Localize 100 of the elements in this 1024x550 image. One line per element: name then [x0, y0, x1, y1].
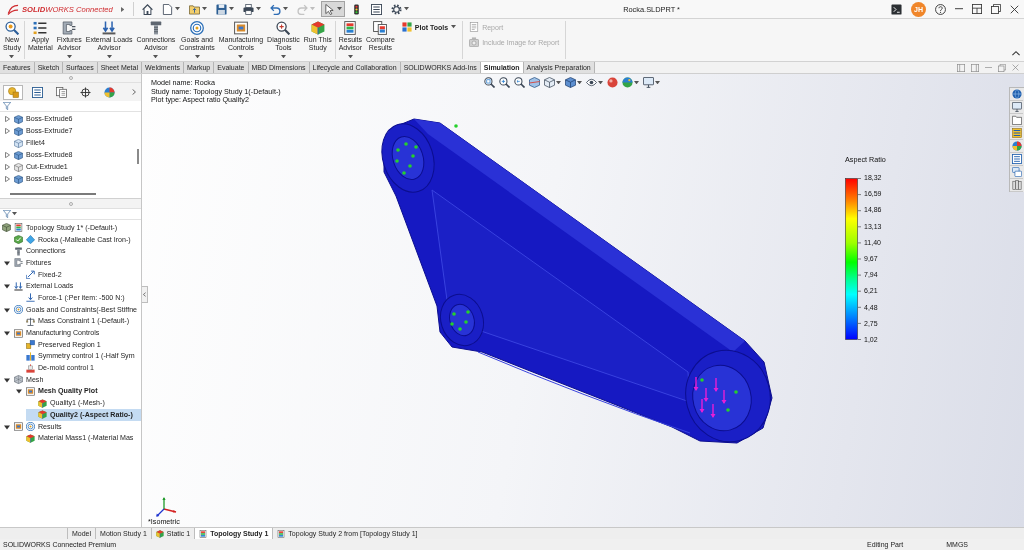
caret-icon[interactable] — [634, 80, 639, 85]
monitor-icon[interactable] — [643, 77, 654, 88]
caret-icon[interactable] — [347, 54, 353, 58]
task-pane-button[interactable] — [1010, 140, 1023, 153]
chevron-up-icon[interactable] — [1012, 51, 1020, 56]
arrows-icon — [102, 21, 117, 35]
caret-icon[interactable] — [337, 7, 343, 11]
panel-left-icon[interactable] — [957, 63, 965, 72]
caret-icon[interactable] — [556, 80, 561, 85]
restore-icon[interactable] — [991, 4, 1001, 14]
caret-icon[interactable] — [655, 80, 660, 85]
task-pane-button[interactable] — [1010, 127, 1023, 140]
caret-icon[interactable] — [194, 54, 200, 58]
folder-icon — [189, 3, 201, 15]
list-icon — [33, 21, 48, 35]
cube-check-icon — [14, 235, 23, 245]
caret-icon[interactable] — [120, 6, 125, 12]
chart-document-icon — [277, 529, 286, 538]
tile-windows-icon[interactable] — [972, 4, 982, 14]
chevron-left-icon — [143, 292, 146, 297]
monitor-icon — [1011, 102, 1022, 112]
task-pane-button[interactable] — [1010, 179, 1023, 192]
arrow-icon — [26, 293, 35, 303]
caret-icon[interactable] — [9, 54, 15, 58]
document-icon — [469, 22, 480, 32]
home-icon — [142, 3, 154, 15]
diamond-icon — [26, 235, 35, 245]
caret-icon[interactable] — [280, 54, 286, 58]
scrollbar-thumb[interactable] — [137, 149, 139, 164]
cube-icon — [14, 126, 23, 136]
frame-icon — [14, 422, 23, 432]
cube-icon — [14, 162, 23, 172]
task-pane-button[interactable] — [1010, 101, 1023, 114]
list-icon — [31, 86, 43, 98]
close-icon[interactable] — [1010, 4, 1019, 14]
magnifier-icon[interactable] — [514, 77, 525, 88]
cube-icon — [155, 529, 164, 538]
help-icon[interactable] — [935, 3, 946, 15]
task-pane-button[interactable] — [1010, 114, 1023, 127]
caret-icon[interactable] — [229, 7, 235, 11]
magnifier-icon[interactable] — [484, 77, 495, 88]
cube-icon — [14, 150, 23, 160]
caret-icon[interactable] — [3, 330, 10, 337]
caret-icon[interactable] — [175, 7, 181, 11]
caret-icon[interactable] — [598, 80, 603, 85]
caret-icon[interactable] — [451, 25, 457, 29]
caret-icon[interactable] — [106, 54, 112, 58]
pointer-icon — [324, 3, 336, 15]
cube-icon[interactable] — [565, 77, 576, 88]
caret-icon[interactable] — [202, 7, 208, 11]
caret-icon[interactable] — [283, 7, 289, 11]
caret-icon[interactable] — [404, 7, 410, 11]
chart-document-icon — [199, 529, 208, 538]
magnifier-icon[interactable] — [499, 77, 510, 88]
toolbar-button[interactable] — [321, 1, 346, 17]
caret-icon[interactable] — [3, 283, 10, 290]
clamp-icon — [62, 21, 77, 35]
bolt-icon — [148, 21, 163, 35]
shapes-icon — [7, 86, 19, 98]
symmetry-icon — [26, 351, 35, 361]
caret-icon[interactable] — [238, 54, 244, 58]
task-pane-button[interactable] — [1010, 88, 1023, 101]
scrollbar-thumb[interactable] — [10, 193, 96, 195]
minimize-icon[interactable] — [955, 8, 963, 10]
sphere-icon[interactable] — [607, 77, 618, 88]
chevron-right-icon[interactable] — [132, 89, 136, 95]
document-icon — [162, 3, 174, 15]
section-cube-icon[interactable] — [529, 77, 540, 88]
folder-icon — [1011, 115, 1022, 125]
caret-icon[interactable] — [3, 423, 10, 430]
cube-icon — [38, 398, 47, 408]
globe-icon — [1011, 89, 1022, 99]
target-icon — [26, 422, 35, 432]
terminal-icon[interactable] — [891, 3, 902, 15]
cube-icon[interactable] — [544, 77, 555, 88]
globe-icon[interactable] — [622, 77, 633, 88]
printer-icon — [243, 3, 255, 15]
eye-icon[interactable] — [586, 77, 597, 88]
caret-icon[interactable] — [3, 306, 10, 313]
panel-collapse-handle[interactable] — [142, 286, 148, 303]
settings-icon — [391, 3, 403, 15]
caret-icon[interactable] — [12, 212, 17, 216]
logo-icon — [7, 3, 19, 15]
pages-icon — [55, 86, 67, 98]
caret-icon[interactable] — [256, 7, 262, 11]
caret-icon[interactable] — [3, 259, 10, 266]
task-pane-button[interactable] — [1010, 153, 1023, 166]
cube-icon — [2, 223, 11, 233]
camera-icon — [469, 37, 480, 47]
task-pane-button[interactable] — [1010, 166, 1023, 179]
caret-icon[interactable] — [577, 80, 582, 85]
mesh-icon — [14, 375, 23, 385]
panel-right-icon[interactable] — [971, 63, 979, 72]
mold-icon — [26, 363, 35, 373]
caret-icon[interactable] — [66, 54, 72, 58]
caret-icon[interactable] — [153, 54, 159, 58]
crosshair-icon — [79, 86, 91, 98]
target-icon — [14, 305, 23, 315]
bolt-icon — [14, 246, 23, 256]
chart-document-icon — [14, 223, 23, 233]
